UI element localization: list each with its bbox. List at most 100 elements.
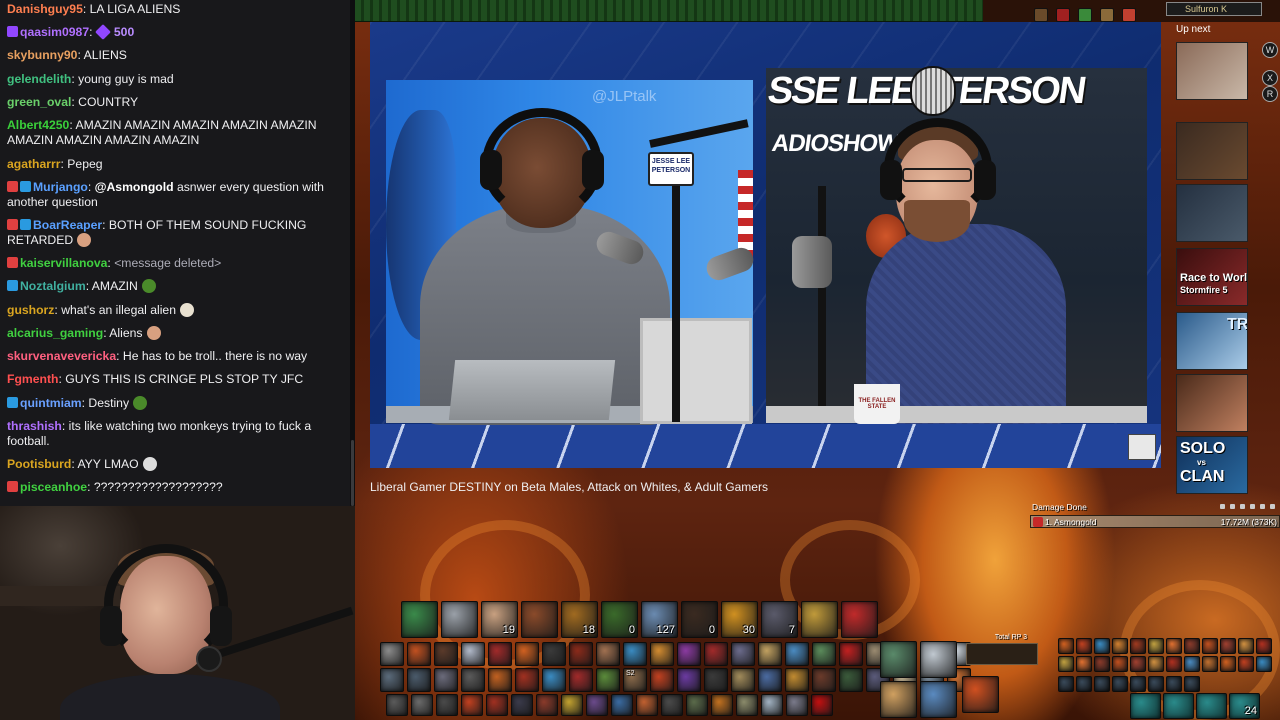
action-bar-slot[interactable] (434, 668, 458, 692)
action-bar-slot[interactable] (511, 694, 533, 716)
action-bar-slot[interactable]: 19 (481, 601, 518, 638)
extra-bar-slot[interactable] (1166, 676, 1182, 692)
chat-username[interactable]: skurvenaveverickа (7, 349, 116, 363)
action-bar-slot[interactable] (761, 694, 783, 716)
meter-control-icon[interactable] (1260, 504, 1265, 509)
action-bar-slot[interactable]: 30 (721, 601, 758, 638)
side-button[interactable]: X (1262, 70, 1278, 86)
chat-username[interactable]: Pootisburd (7, 457, 71, 471)
action-bar-slot[interactable] (461, 668, 485, 692)
sub-badge-icon[interactable] (7, 181, 18, 192)
chat-username[interactable]: Fgmenth (7, 372, 58, 386)
chat-username[interactable]: alcarius_gaming (7, 326, 103, 340)
extra-bar-slot[interactable] (1184, 656, 1200, 672)
chat-username[interactable]: kaiservillanova (20, 256, 107, 270)
action-bar-slot[interactable] (650, 642, 674, 666)
extra-bar-slot[interactable] (1202, 638, 1218, 654)
up-next-thumbnail[interactable]: SOLO vs CLAN (1176, 436, 1248, 494)
extra-bar-slot[interactable] (1220, 638, 1236, 654)
extra-bar-slot[interactable] (1076, 656, 1092, 672)
chat-scrollbar[interactable] (350, 0, 355, 506)
extra-bar-slot[interactable] (1058, 656, 1074, 672)
chat-username[interactable]: Danishguy95 (7, 2, 83, 16)
extra-bar-slot[interactable] (1112, 656, 1128, 672)
extra-bar-slot[interactable] (1166, 638, 1182, 654)
extra-bar-slot[interactable] (1184, 676, 1200, 692)
up-next-thumbnail[interactable] (1176, 184, 1248, 242)
action-bar-slot[interactable] (711, 694, 733, 716)
action-bar-slot[interactable] (596, 668, 620, 692)
action-bar-slot[interactable] (839, 668, 863, 692)
chat-username[interactable]: qaasim0987 (20, 25, 89, 39)
up-next-thumbnail[interactable] (1176, 374, 1248, 432)
action-bar-slot[interactable] (380, 642, 404, 666)
chat-username[interactable]: thrashish (7, 419, 62, 433)
ability-icon[interactable] (962, 676, 999, 713)
action-bar-slot[interactable] (569, 642, 593, 666)
action-bar-slot[interactable] (488, 642, 512, 666)
action-bar-slot[interactable] (812, 642, 836, 666)
extra-bar-slot[interactable] (1148, 676, 1164, 692)
extra-bar-slot[interactable] (1076, 676, 1092, 692)
action-bar-slot[interactable]: 0 (681, 601, 718, 638)
up-next-thumbnail[interactable] (1176, 122, 1248, 180)
meter-control-icon[interactable] (1230, 504, 1235, 509)
action-bar-slot[interactable] (758, 642, 782, 666)
action-bar-slot[interactable] (542, 642, 566, 666)
action-bar-slot[interactable] (758, 668, 782, 692)
extra-bar-slot[interactable] (1130, 638, 1146, 654)
stance-bar-slot[interactable] (1163, 693, 1194, 719)
action-bar-slot[interactable] (650, 668, 674, 692)
action-bar-slot[interactable] (407, 642, 431, 666)
sub-badge-icon[interactable] (7, 219, 18, 230)
extra-bar-slot[interactable] (1112, 638, 1128, 654)
ability-icon[interactable] (880, 681, 917, 718)
extra-bar-slot[interactable] (1238, 638, 1254, 654)
action-bar-slot[interactable] (704, 642, 728, 666)
chat-username[interactable]: Albert4250 (7, 118, 69, 132)
action-bar-slot[interactable] (434, 642, 458, 666)
action-bar-slot[interactable] (731, 642, 755, 666)
chat-username[interactable]: Noztalgium (20, 279, 86, 293)
action-bar-slot[interactable] (704, 668, 728, 692)
bits-badge-icon[interactable] (7, 26, 18, 37)
action-bar-slot[interactable] (661, 694, 683, 716)
action-bar-slot[interactable]: 18 (561, 601, 598, 638)
chat-username[interactable]: BoarReaper (33, 218, 102, 232)
buff-icon[interactable] (1078, 8, 1092, 22)
stance-bar-slot[interactable] (1130, 693, 1161, 719)
chat-username[interactable]: quintmiam (20, 396, 82, 410)
side-button[interactable]: W (1262, 42, 1278, 58)
extra-bar-slot[interactable] (1076, 638, 1092, 654)
chat-username[interactable]: Murjango (33, 180, 88, 194)
extra-bar-slot[interactable] (1184, 638, 1200, 654)
extra-bar-slot[interactable] (1148, 656, 1164, 672)
action-bar-slot[interactable] (486, 694, 508, 716)
chat-username[interactable]: gushorz (7, 303, 54, 317)
ability-icon[interactable] (920, 641, 957, 678)
extra-bar-slot[interactable] (1130, 656, 1146, 672)
action-bar-slot[interactable] (521, 601, 558, 638)
extra-bar-slot[interactable] (1130, 676, 1146, 692)
extra-bar-slot[interactable] (1202, 656, 1218, 672)
action-bar-slot[interactable] (436, 694, 458, 716)
action-bar-slot[interactable] (811, 694, 833, 716)
action-bar-slot[interactable] (401, 601, 438, 638)
extra-bar-slot[interactable] (1094, 656, 1110, 672)
ability-icon[interactable] (880, 641, 917, 678)
action-bar-slot[interactable] (736, 694, 758, 716)
action-bar-slot[interactable] (801, 601, 838, 638)
video-title[interactable]: Liberal Gamer DESTINY on Beta Males, Att… (370, 480, 768, 494)
action-bar-slot[interactable] (561, 694, 583, 716)
action-bar-slot[interactable] (786, 694, 808, 716)
chat-username[interactable]: green_oval (7, 95, 71, 109)
action-bar-slot[interactable] (586, 694, 608, 716)
up-next-thumbnail[interactable] (1176, 42, 1248, 100)
extra-bar-slot[interactable] (1166, 656, 1182, 672)
extra-bar-slot[interactable] (1058, 638, 1074, 654)
action-bar-slot[interactable] (461, 642, 485, 666)
action-bar-slot[interactable]: S2 (623, 668, 647, 692)
action-bar-slot[interactable] (407, 668, 431, 692)
action-bar-slot[interactable] (515, 642, 539, 666)
action-bar-slot[interactable] (386, 694, 408, 716)
